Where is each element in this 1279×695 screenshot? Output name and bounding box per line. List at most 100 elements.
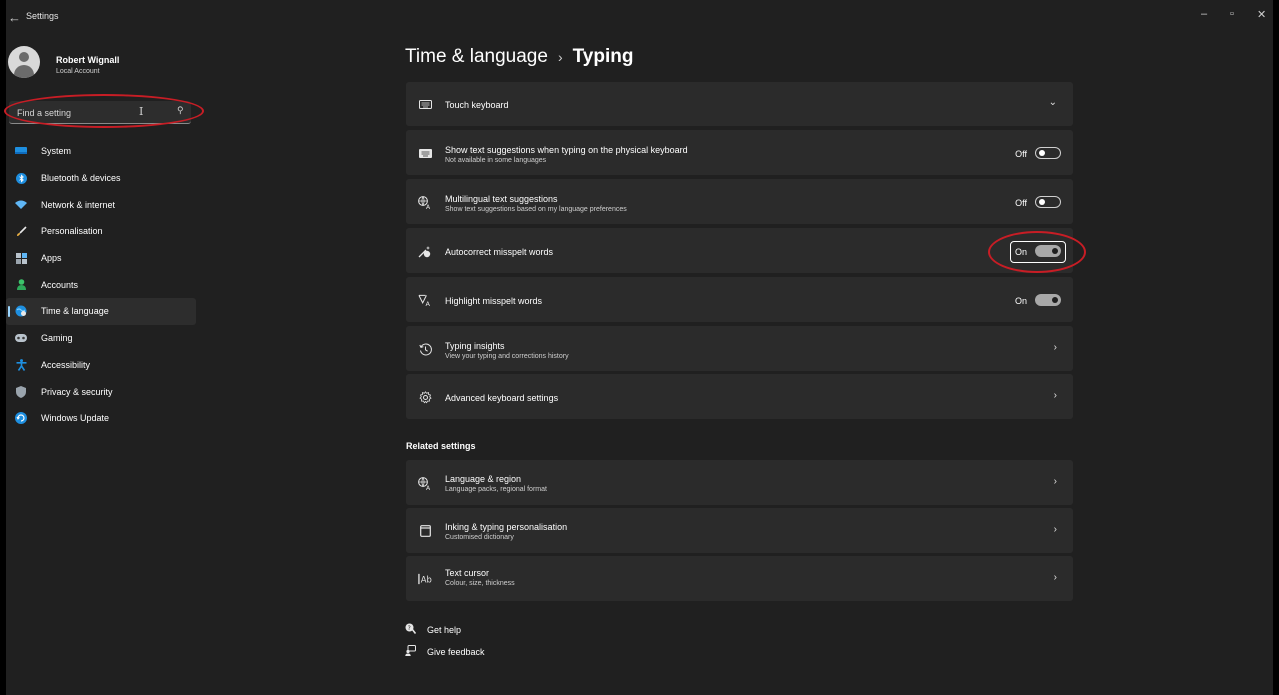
text-cursor-title: Text cursor bbox=[445, 568, 490, 578]
svg-text:A: A bbox=[426, 485, 431, 490]
sidebar-item-label: Apps bbox=[41, 253, 62, 264]
sidebar-item-apps[interactable]: Apps bbox=[6, 245, 196, 272]
touch-keyboard-card[interactable]: Touch keyboard ⌄ bbox=[406, 82, 1073, 126]
language-region-title: Language & region bbox=[445, 474, 522, 484]
advanced-keyboard-title: Advanced keyboard settings bbox=[445, 393, 559, 403]
gear-icon bbox=[418, 390, 432, 404]
sidebar-item-label: Windows Update bbox=[41, 413, 110, 424]
app-title: Settings bbox=[26, 11, 59, 21]
person-icon bbox=[15, 279, 27, 291]
breadcrumb-parent[interactable]: Time & language bbox=[405, 46, 548, 67]
brush-icon bbox=[15, 225, 27, 237]
chevron-right-icon[interactable]: › bbox=[1054, 572, 1057, 583]
monitor-icon bbox=[15, 145, 27, 157]
window-frame-right bbox=[1273, 0, 1279, 695]
language-icon: A bbox=[418, 476, 432, 490]
give-feedback-link[interactable]: Give feedback bbox=[405, 645, 485, 659]
sidebar-item-accessibility[interactable]: Accessibility bbox=[6, 352, 196, 379]
bluetooth-icon bbox=[15, 172, 27, 184]
text-cursor-card[interactable]: Ab Text cursor Colour, size, thickness › bbox=[406, 556, 1073, 601]
sidebar-item-label: Accounts bbox=[41, 279, 79, 290]
sidebar-item-gaming[interactable]: Gaming bbox=[6, 325, 196, 352]
multilingual-state: Off bbox=[1015, 198, 1027, 208]
page-title: Typing bbox=[572, 46, 634, 67]
highlight-title: Highlight misspelt words bbox=[445, 296, 543, 306]
multilingual-card: A Multilingual text suggestions Show tex… bbox=[406, 179, 1073, 224]
related-settings-heading: Related settings bbox=[406, 441, 476, 451]
sidebar-item-time-language[interactable]: Time & language bbox=[6, 298, 196, 325]
inking-typing-card[interactable]: Inking & typing personalisation Customis… bbox=[406, 508, 1073, 553]
chevron-down-icon[interactable]: ⌄ bbox=[1049, 97, 1057, 108]
inking-typing-description: Customised dictionary bbox=[445, 534, 514, 541]
multilingual-description: Show text suggestions based on my langua… bbox=[445, 206, 627, 213]
get-help-link[interactable]: ? Get help bbox=[405, 623, 461, 637]
text-suggestions-description: Not available in some languages bbox=[445, 157, 547, 164]
sidebar-item-windows-update[interactable]: Windows Update bbox=[6, 405, 196, 432]
highlight-text-icon: A bbox=[418, 293, 432, 307]
chevron-right-icon[interactable]: › bbox=[1054, 524, 1057, 535]
svg-text:A: A bbox=[426, 204, 431, 209]
history-icon bbox=[418, 342, 432, 356]
annotation-circle-autocorrect bbox=[988, 231, 1086, 273]
profile-account-type: Local Account bbox=[56, 68, 100, 75]
globe-clock-icon bbox=[15, 305, 27, 317]
shield-icon bbox=[15, 385, 27, 398]
wifi-icon bbox=[15, 199, 27, 211]
svg-text:A: A bbox=[425, 300, 430, 307]
avatar-body bbox=[14, 65, 34, 78]
breadcrumb-separator-icon: › bbox=[557, 49, 563, 65]
profile-name: Robert Wignall bbox=[56, 55, 120, 65]
back-arrow-icon[interactable]: ← bbox=[8, 10, 21, 25]
title-bar: ← Settings – ▫ ✕ bbox=[6, 0, 1273, 36]
language-region-description: Language packs, regional format bbox=[445, 486, 547, 493]
close-icon[interactable]: ✕ bbox=[1257, 8, 1266, 21]
help-chat-icon: ? bbox=[405, 623, 417, 637]
toggle-knob bbox=[1039, 150, 1045, 156]
touch-keyboard-title: Touch keyboard bbox=[445, 100, 509, 110]
multilingual-title: Multilingual text suggestions bbox=[445, 194, 558, 204]
pen-sparkle-icon bbox=[418, 244, 432, 258]
highlight-toggle[interactable] bbox=[1035, 294, 1061, 306]
sidebar-item-label: Network & internet bbox=[41, 199, 116, 210]
svg-text:?: ? bbox=[408, 625, 411, 632]
language-icon: A bbox=[418, 195, 432, 209]
sidebar-item-accounts[interactable]: Accounts bbox=[6, 271, 196, 298]
sidebar-item-bluetooth[interactable]: Bluetooth & devices bbox=[6, 165, 196, 192]
sidebar-item-network[interactable]: Network & internet bbox=[6, 191, 196, 218]
typing-insights-card[interactable]: Typing insights View your typing and cor… bbox=[406, 326, 1073, 371]
chevron-right-icon[interactable]: › bbox=[1054, 390, 1057, 401]
chevron-right-icon[interactable]: › bbox=[1054, 342, 1057, 353]
feedback-icon bbox=[405, 645, 417, 659]
highlight-state: On bbox=[1014, 296, 1027, 306]
restore-icon[interactable]: ▫ bbox=[1230, 8, 1234, 20]
sidebar-item-personalisation[interactable]: Personalisation bbox=[6, 218, 196, 245]
sidebar-item-system[interactable]: System bbox=[6, 138, 196, 165]
toggle-knob bbox=[1052, 297, 1058, 303]
inking-typing-title: Inking & typing personalisation bbox=[445, 522, 568, 532]
minimize-icon[interactable]: – bbox=[1201, 8, 1207, 20]
sidebar-item-label: Personalisation bbox=[41, 226, 103, 237]
language-region-card[interactable]: A Language & region Language packs, regi… bbox=[406, 460, 1073, 505]
get-help-label: Get help bbox=[427, 625, 462, 635]
highlight-card: A Highlight misspelt words On bbox=[406, 277, 1073, 322]
typing-insights-description: View your typing and corrections history bbox=[445, 353, 569, 360]
autocorrect-card: Autocorrect misspelt words On bbox=[406, 228, 1073, 273]
keyboard-icon bbox=[418, 97, 432, 111]
sidebar-item-privacy[interactable]: Privacy & security bbox=[6, 378, 196, 405]
autocorrect-title: Autocorrect misspelt words bbox=[445, 247, 554, 257]
apps-icon bbox=[15, 252, 27, 264]
sidebar-item-label: Bluetooth & devices bbox=[41, 173, 121, 184]
avatar[interactable] bbox=[8, 46, 40, 78]
multilingual-toggle[interactable] bbox=[1035, 196, 1061, 208]
text-suggestions-state: Off bbox=[1015, 149, 1027, 159]
advanced-keyboard-card[interactable]: Advanced keyboard settings › bbox=[406, 374, 1073, 419]
avatar-head bbox=[19, 52, 29, 62]
svg-text:Ab: Ab bbox=[421, 575, 432, 585]
update-icon bbox=[15, 412, 27, 425]
accessibility-icon bbox=[15, 358, 27, 371]
text-suggestions-toggle[interactable] bbox=[1035, 147, 1061, 159]
notebook-icon bbox=[418, 524, 432, 538]
chevron-right-icon[interactable]: › bbox=[1054, 476, 1057, 487]
sidebar-item-label: Privacy & security bbox=[41, 386, 113, 397]
typing-insights-title: Typing insights bbox=[445, 341, 505, 351]
